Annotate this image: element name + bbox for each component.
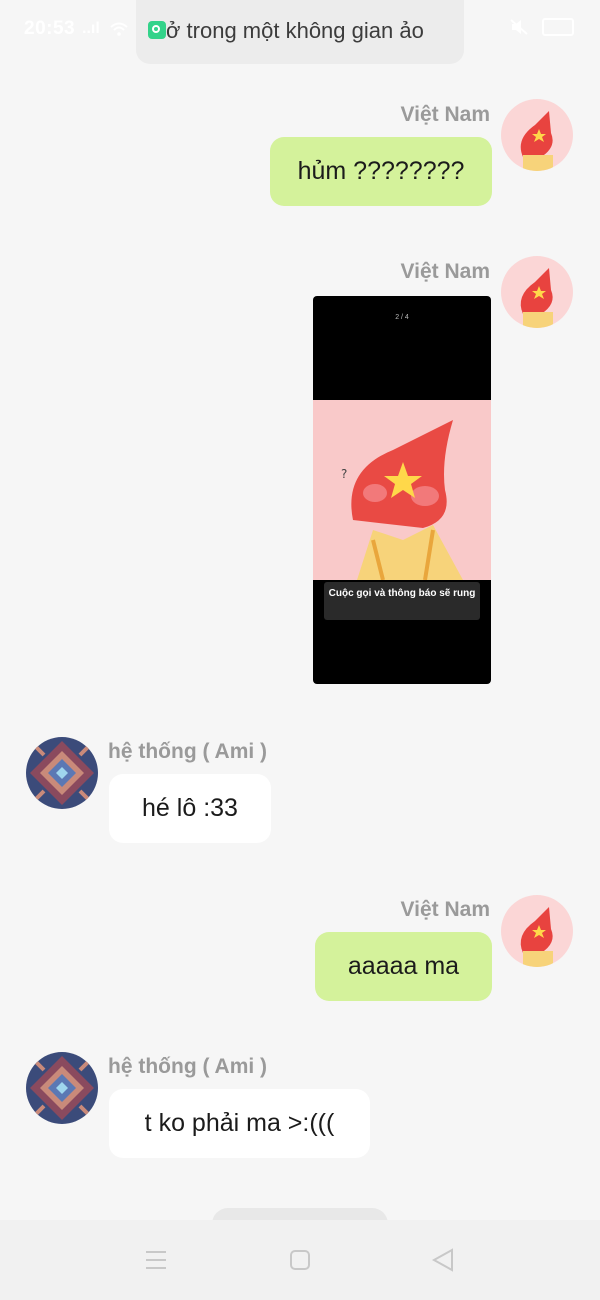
avatar[interactable] — [26, 1052, 98, 1124]
message-text: aaaaa ma — [347, 952, 460, 980]
chat-message: Việt Nam 2 / 4 ? Cuộc gọi và thông báo s… — [0, 252, 600, 692]
message-image[interactable]: 2 / 4 ? Cuộc gọi và thông báo sẽ rung — [313, 296, 491, 684]
chat-message: Việt Nam aaaaa ma — [0, 890, 600, 1005]
menu-button[interactable] — [136, 1240, 176, 1280]
chat-message: Việt Nam hủm ???????? — [0, 95, 600, 210]
avatar-vietnam-image — [501, 895, 573, 967]
message-text: t ko phải ma >:((( — [144, 1109, 335, 1137]
toast-notification: Cuộc gọi và thông báo sẽ rung — [324, 582, 480, 620]
signal-text: ..ıl — [82, 20, 100, 37]
avatar-ami-image — [26, 737, 98, 809]
home-button[interactable] — [280, 1240, 320, 1280]
avatar[interactable] — [501, 99, 573, 171]
back-button[interactable] — [422, 1240, 462, 1280]
sender-name: Việt Nam — [400, 898, 491, 921]
chat-message: hệ thống ( Ami ) hé lô :33 — [0, 732, 600, 847]
room-title: ở trong một không gian ảo — [166, 18, 424, 43]
avatar[interactable] — [26, 737, 98, 809]
message-bubble[interactable]: hé lô :33 — [109, 774, 271, 843]
voice-room-icon — [148, 21, 166, 39]
avatar-ami-image — [26, 1052, 98, 1124]
home-icon — [290, 1250, 310, 1270]
menu-icon — [146, 1251, 166, 1269]
sender-name: hệ thống ( Ami ) — [108, 1055, 268, 1078]
room-banner[interactable]: ở trong một không gian ảo — [136, 0, 464, 64]
sender-name: Việt Nam — [400, 260, 491, 283]
message-bubble[interactable]: hủm ???????? — [270, 137, 492, 206]
avatar[interactable] — [501, 895, 573, 967]
wifi-icon — [110, 22, 128, 36]
sender-name: Việt Nam — [400, 103, 491, 126]
page-indicator: 2 / 4 — [395, 314, 409, 321]
avatar[interactable] — [501, 256, 573, 328]
system-nav-bar — [0, 1220, 600, 1300]
battery-icon — [542, 18, 574, 36]
message-bubble[interactable]: aaaaa ma — [315, 932, 492, 1001]
avatar-vietnam-image — [501, 99, 573, 171]
signal-icon: ..ıl — [82, 20, 128, 38]
message-bubble[interactable]: t ko phải ma >:((( — [109, 1089, 370, 1158]
back-icon — [431, 1248, 453, 1272]
avatar-vietnam-image — [501, 256, 573, 328]
mute-icon — [509, 19, 528, 35]
sender-name: hệ thống ( Ami ) — [108, 740, 268, 763]
message-text: hủm ???????? — [297, 157, 465, 185]
status-time: 20:53 — [24, 18, 76, 39]
countryhuman-artwork-image: ? — [313, 400, 491, 580]
status-right — [509, 18, 574, 36]
svg-text:?: ? — [341, 467, 347, 481]
chat-message: hệ thống ( Ami ) t ko phải ma >:((( — [0, 1047, 600, 1162]
message-text: hé lô :33 — [142, 794, 238, 822]
